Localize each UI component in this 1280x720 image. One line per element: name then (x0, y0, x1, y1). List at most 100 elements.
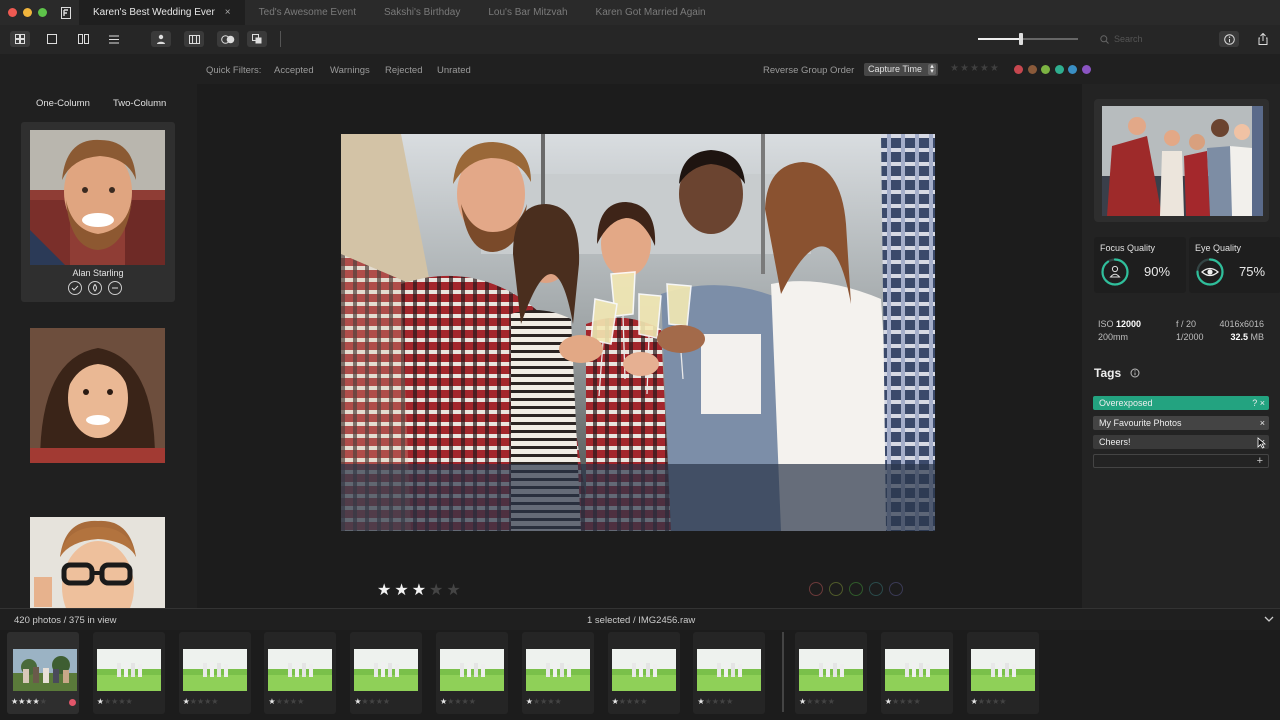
document-tab[interactable]: Lou's Bar Mitzvah (474, 0, 581, 25)
color-label-dot[interactable] (1014, 65, 1023, 74)
one-column-button[interactable]: One-Column (36, 98, 90, 109)
overlay-icon[interactable] (217, 31, 239, 47)
star-icon[interactable]: ★ (970, 63, 980, 74)
color-label-circle[interactable] (849, 582, 863, 596)
share-icon[interactable] (1255, 31, 1271, 47)
star-icon[interactable]: ★ (268, 697, 275, 706)
remove-tag-icon[interactable]: ? × (1252, 396, 1265, 410)
star-icon[interactable]: ★ (719, 697, 726, 706)
reverse-group-order-button[interactable]: Reverse Group Order (763, 65, 854, 76)
star-icon[interactable]: ★ (712, 697, 719, 706)
star-icon[interactable]: ★ (950, 63, 960, 74)
filmstrip-item[interactable]: ★★★★★ (693, 632, 766, 714)
info-icon[interactable] (1219, 31, 1239, 47)
tag-chip[interactable]: Cheers!× (1093, 435, 1269, 449)
star-icon[interactable]: ★ (383, 697, 390, 706)
star-icon[interactable]: ★ (980, 63, 990, 74)
close-tab-icon[interactable]: × (225, 7, 231, 18)
star-icon[interactable]: ★ (25, 697, 32, 706)
star-icon[interactable]: ★ (190, 697, 197, 706)
person-icon[interactable] (151, 31, 171, 47)
star-icon[interactable]: ★ (454, 697, 461, 706)
color-label-dot[interactable] (1027, 65, 1037, 74)
star-icon[interactable]: ★ (446, 580, 460, 600)
info-icon[interactable] (1130, 368, 1140, 378)
star-icon[interactable]: ★ (376, 697, 383, 706)
star-icon[interactable]: ★ (913, 697, 920, 706)
star-icon[interactable]: ★ (412, 580, 426, 600)
filmstrip-rating[interactable]: ★★★★★ (526, 697, 562, 706)
star-icon[interactable]: ★ (377, 580, 391, 600)
star-icon[interactable]: ★ (813, 697, 820, 706)
sort-order-select[interactable]: Capture Time ▴ ▾ (864, 63, 938, 76)
filmstrip-item[interactable]: ★★★★★ (880, 632, 953, 714)
document-tab[interactable]: Karen Got Married Again (582, 0, 720, 25)
document-tab[interactable]: Sakshi's Birthday (370, 0, 474, 25)
star-icon[interactable]: ★ (828, 697, 835, 706)
star-icon[interactable]: ★ (283, 697, 290, 706)
filmstrip-item[interactable]: ★★★★★ (966, 632, 1039, 714)
star-icon[interactable]: ★ (469, 697, 476, 706)
star-icon[interactable]: ★ (978, 697, 985, 706)
star-icon[interactable]: ★ (885, 697, 892, 706)
star-icon[interactable]: ★ (297, 697, 304, 706)
main-photo[interactable] (341, 134, 935, 531)
star-icon[interactable]: ★ (705, 697, 712, 706)
face-card[interactable] (21, 509, 175, 608)
remove-tag-icon[interactable]: × (1260, 416, 1265, 430)
star-icon[interactable]: ★ (276, 697, 283, 706)
star-icon[interactable]: ★ (821, 697, 828, 706)
minimize-window-button[interactable] (23, 8, 32, 17)
star-icon[interactable]: ★ (125, 697, 132, 706)
filmstrip-rating[interactable]: ★★★★★ (799, 697, 835, 706)
star-icon[interactable]: ★ (640, 697, 647, 706)
rating-filter[interactable]: ★★★★★ (950, 63, 1000, 74)
star-icon[interactable]: ★ (394, 580, 408, 600)
filmstrip-rating[interactable]: ★★★★★ (971, 697, 1007, 706)
filmstrip-rating[interactable]: ★★★★★ (354, 697, 390, 706)
filmstrip-rating[interactable]: ★★★★★ (268, 697, 304, 706)
star-icon[interactable]: ★ (999, 697, 1006, 706)
filmstrip-item[interactable]: ★★★★★ (178, 632, 251, 714)
search-field[interactable]: Search (1100, 31, 1200, 47)
filmstrip-item[interactable]: ★★★★★ (436, 632, 508, 714)
star-icon[interactable]: ★ (361, 697, 368, 706)
filmstrip-rating[interactable]: ★★★★★ (440, 697, 476, 706)
tag-chip[interactable]: My Favourite Photos × (1093, 415, 1269, 430)
sidebar-icon[interactable] (184, 31, 204, 47)
filmstrip-rating[interactable]: ★★★★★ (697, 697, 733, 706)
drop-icon[interactable] (88, 281, 102, 295)
document-tab[interactable]: Ted's Awesome Event (245, 0, 370, 25)
star-icon[interactable]: ★ (183, 697, 190, 706)
filmstrip-item[interactable]: ★★★★★ (607, 632, 680, 714)
color-label-dot[interactable] (1054, 65, 1064, 74)
filmstrip-rating[interactable]: ★★★★★ (885, 697, 921, 706)
star-icon[interactable]: ★ (211, 697, 218, 706)
reject-face-icon[interactable] (108, 281, 122, 295)
search-input[interactable]: Search (1114, 34, 1143, 44)
layers-icon[interactable] (247, 31, 267, 47)
filmstrip-item[interactable]: ★★★★★ (795, 632, 867, 714)
star-icon[interactable]: ★ (40, 697, 47, 706)
star-icon[interactable]: ★ (290, 697, 297, 706)
filter-unrated[interactable]: Unrated (437, 65, 471, 76)
star-icon[interactable]: ★ (971, 697, 978, 706)
star-icon[interactable]: ★ (619, 697, 626, 706)
photo-rating[interactable]: ★ ★ ★ ★ ★ (377, 580, 461, 600)
filmstrip-rating[interactable]: ★★★★★ (97, 697, 133, 706)
star-icon[interactable]: ★ (33, 697, 40, 706)
grid-view-icon[interactable] (10, 31, 30, 47)
filmstrip-item[interactable]: ★★★★★ (521, 632, 594, 714)
star-icon[interactable]: ★ (97, 697, 104, 706)
star-icon[interactable]: ★ (429, 580, 443, 600)
thumbnail-size-slider[interactable] (978, 33, 1078, 45)
filmstrip-item[interactable]: ★★★★★ (350, 632, 423, 714)
filter-rejected[interactable]: Rejected (385, 65, 423, 76)
filter-accepted[interactable]: Accepted (274, 65, 314, 76)
close-window-button[interactable] (8, 8, 17, 17)
color-label-dot[interactable] (1081, 65, 1091, 74)
color-label-dot[interactable] (1068, 65, 1077, 74)
star-icon[interactable]: ★ (462, 697, 469, 706)
single-view-icon[interactable] (44, 31, 60, 47)
zoom-window-button[interactable] (38, 8, 47, 17)
